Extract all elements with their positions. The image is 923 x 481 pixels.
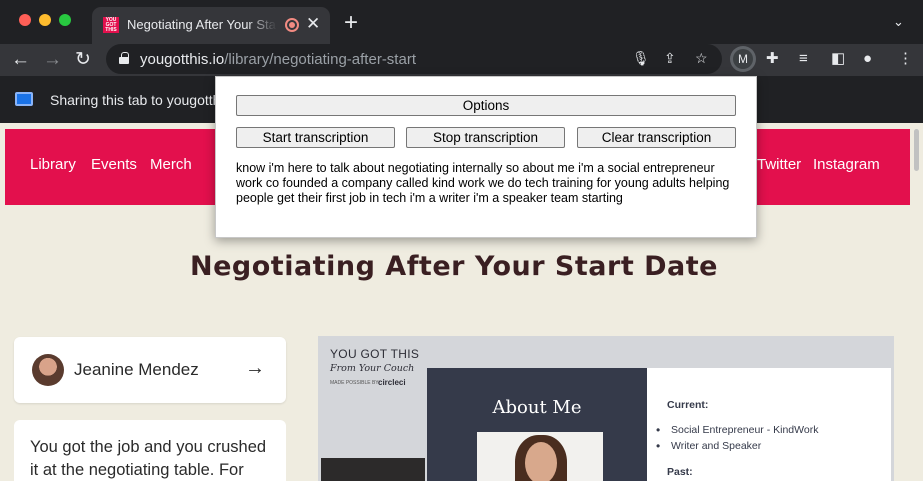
stop-transcription-button[interactable]: Stop transcription [406, 127, 565, 148]
slide-heading: About Me [492, 397, 582, 418]
clear-transcription-button[interactable]: Clear transcription [577, 127, 736, 148]
url-text[interactable]: yougotthis.io/library/negotiating-after-… [140, 51, 416, 68]
page-scrollbar[interactable] [912, 127, 921, 481]
slide-bio-panel: Current: Social Entrepreneur - KindWork … [647, 368, 891, 481]
browser-toolbar: ← → ↻ yougotthis.io/library/negotiating-… [0, 44, 923, 76]
slide-brand-subtitle: From Your Couch [330, 363, 415, 374]
arrow-right-icon[interactable]: → [245, 357, 265, 380]
profile-icon[interactable]: ● [863, 49, 872, 69]
more-menu-icon[interactable]: ⋮ [898, 49, 913, 69]
bookmark-star-icon[interactable]: ☆ [695, 50, 708, 67]
forward-arrow-icon[interactable]: → [43, 49, 62, 71]
start-transcription-button[interactable]: Start transcription [236, 127, 395, 148]
scrollbar-thumb[interactable] [914, 129, 919, 171]
side-panel-icon[interactable]: ◧ [831, 49, 845, 69]
microphone-icon[interactable]: 🎙︎ [632, 50, 650, 67]
nav-link-instagram[interactable]: Instagram [813, 156, 880, 173]
address-bar[interactable]: yougotthis.io/library/negotiating-after-… [106, 44, 722, 74]
close-window-button[interactable] [19, 14, 31, 26]
lock-icon[interactable] [119, 52, 129, 64]
photo-face [525, 442, 557, 481]
extensions-puzzle-icon[interactable]: ✚ [766, 49, 779, 69]
speaker-webcam [321, 458, 425, 481]
author-card[interactable]: Jeanine Mendez → [14, 337, 286, 403]
back-arrow-icon[interactable]: ← [11, 49, 30, 71]
slide-current-label: Current: [667, 399, 709, 411]
page-title: Negotiating After Your Start Date [190, 251, 718, 282]
media-queue-icon[interactable]: ≡ [799, 49, 808, 69]
slide-current-item: Writer and Speaker [656, 439, 761, 453]
favicon-icon: YOU GOT THIS [103, 17, 119, 33]
minimize-window-button[interactable] [39, 14, 51, 26]
slide-brand-title: YOU GOT THIS [330, 347, 420, 361]
slide-past-label: Past: [667, 466, 693, 478]
slide-sponsor-logo: circleci [378, 378, 406, 387]
author-name: Jeanine Mendez [74, 360, 199, 379]
extension-m-button[interactable]: M [730, 46, 756, 72]
speaker-photo [477, 432, 603, 481]
active-tab[interactable]: YOU GOT THIS Negotiating After Your Star… [92, 7, 330, 44]
nav-link-events[interactable]: Events [91, 156, 137, 173]
slide-about-panel: About Me [427, 368, 647, 481]
nav-link-merch[interactable]: Merch [150, 156, 192, 173]
nav-link-library[interactable]: Library [30, 156, 76, 173]
options-button[interactable]: Options [236, 95, 736, 116]
transcription-extension-popup: Options Start transcription Stop transcr… [215, 76, 757, 238]
tab-search-chevron-icon[interactable]: ⌄ [893, 14, 904, 30]
screen-share-icon [15, 92, 33, 106]
extension-m-icon: M [733, 49, 753, 69]
transcription-text: know i'm here to talk about negotiating … [236, 161, 730, 205]
description-card: You got the job and you crushed it at th… [14, 420, 286, 481]
recording-indicator-icon [285, 18, 299, 32]
nav-link-twitter[interactable]: Twitter [757, 156, 801, 173]
video-slide[interactable]: YOU GOT THIS From Your Couch MADE POSSIB… [318, 336, 894, 481]
avatar [32, 354, 64, 386]
slide-sponsor-label: MADE POSSIBLE BY [330, 380, 379, 386]
tab-title: Negotiating After Your Start Date [127, 17, 277, 32]
reload-icon[interactable]: ↻ [75, 49, 91, 71]
talk-description: You got the job and you crushed it at th… [30, 438, 267, 479]
zoom-window-button[interactable] [59, 14, 71, 26]
tab-close-icon[interactable]: ✕ [306, 15, 320, 32]
new-tab-button[interactable]: + [344, 11, 358, 35]
tab-strip: YOU GOT THIS Negotiating After Your Star… [0, 0, 923, 44]
slide-current-item: Social Entrepreneur - KindWork [656, 423, 819, 437]
share-icon[interactable]: ⇪ [664, 50, 676, 67]
